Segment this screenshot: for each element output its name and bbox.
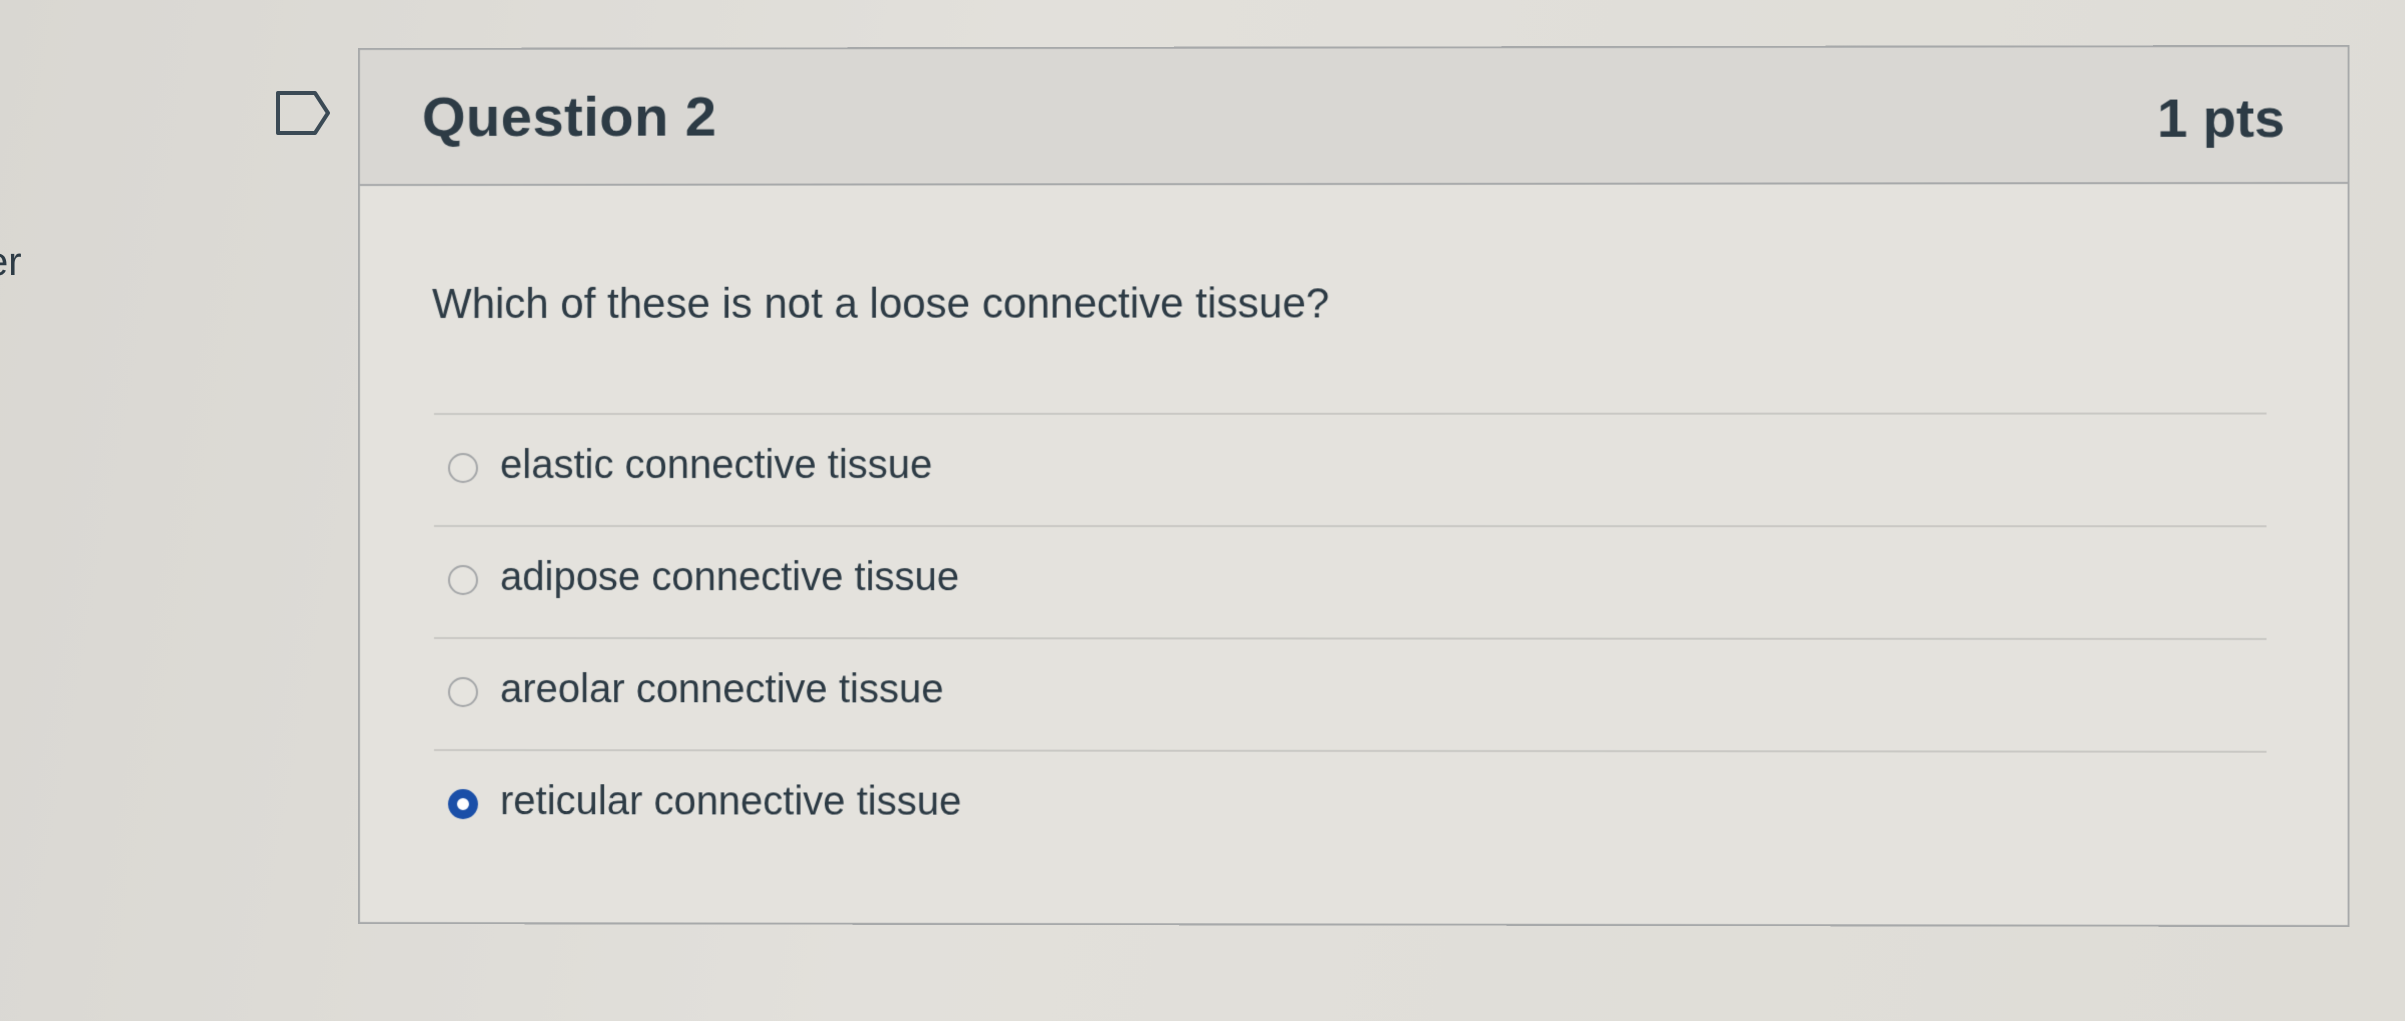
answer-label: areolar connective tissue — [500, 667, 944, 712]
answer-list: elastic connective tissue adipose connec… — [434, 413, 2267, 866]
radio-button-unselected[interactable] — [448, 677, 478, 707]
question-header: Question 2 1 pts — [360, 47, 2348, 186]
radio-button-unselected[interactable] — [448, 453, 478, 483]
answer-label: adipose connective tissue — [500, 555, 959, 600]
answer-label: reticular connective tissue — [500, 779, 961, 825]
question-title: Question 2 — [422, 83, 717, 148]
answer-option-reticular[interactable]: reticular connective tissue — [434, 751, 2267, 865]
radio-button-selected[interactable] — [448, 789, 478, 819]
flag-bookmark-icon[interactable] — [275, 90, 331, 136]
answer-option-elastic[interactable]: elastic connective tissue — [434, 415, 2267, 528]
answer-label: elastic connective tissue — [500, 443, 932, 488]
question-card: Question 2 1 pts Which of these is not a… — [358, 45, 2350, 927]
radio-button-unselected[interactable] — [448, 565, 478, 595]
answer-option-adipose[interactable]: adipose connective tissue — [434, 527, 2267, 640]
question-text: Which of these is not a loose connective… — [432, 279, 1329, 328]
answer-option-areolar[interactable]: areolar connective tissue — [434, 639, 2267, 753]
sidebar-fragment-text: er — [0, 240, 22, 285]
question-points: 1 pts — [2157, 87, 2285, 150]
